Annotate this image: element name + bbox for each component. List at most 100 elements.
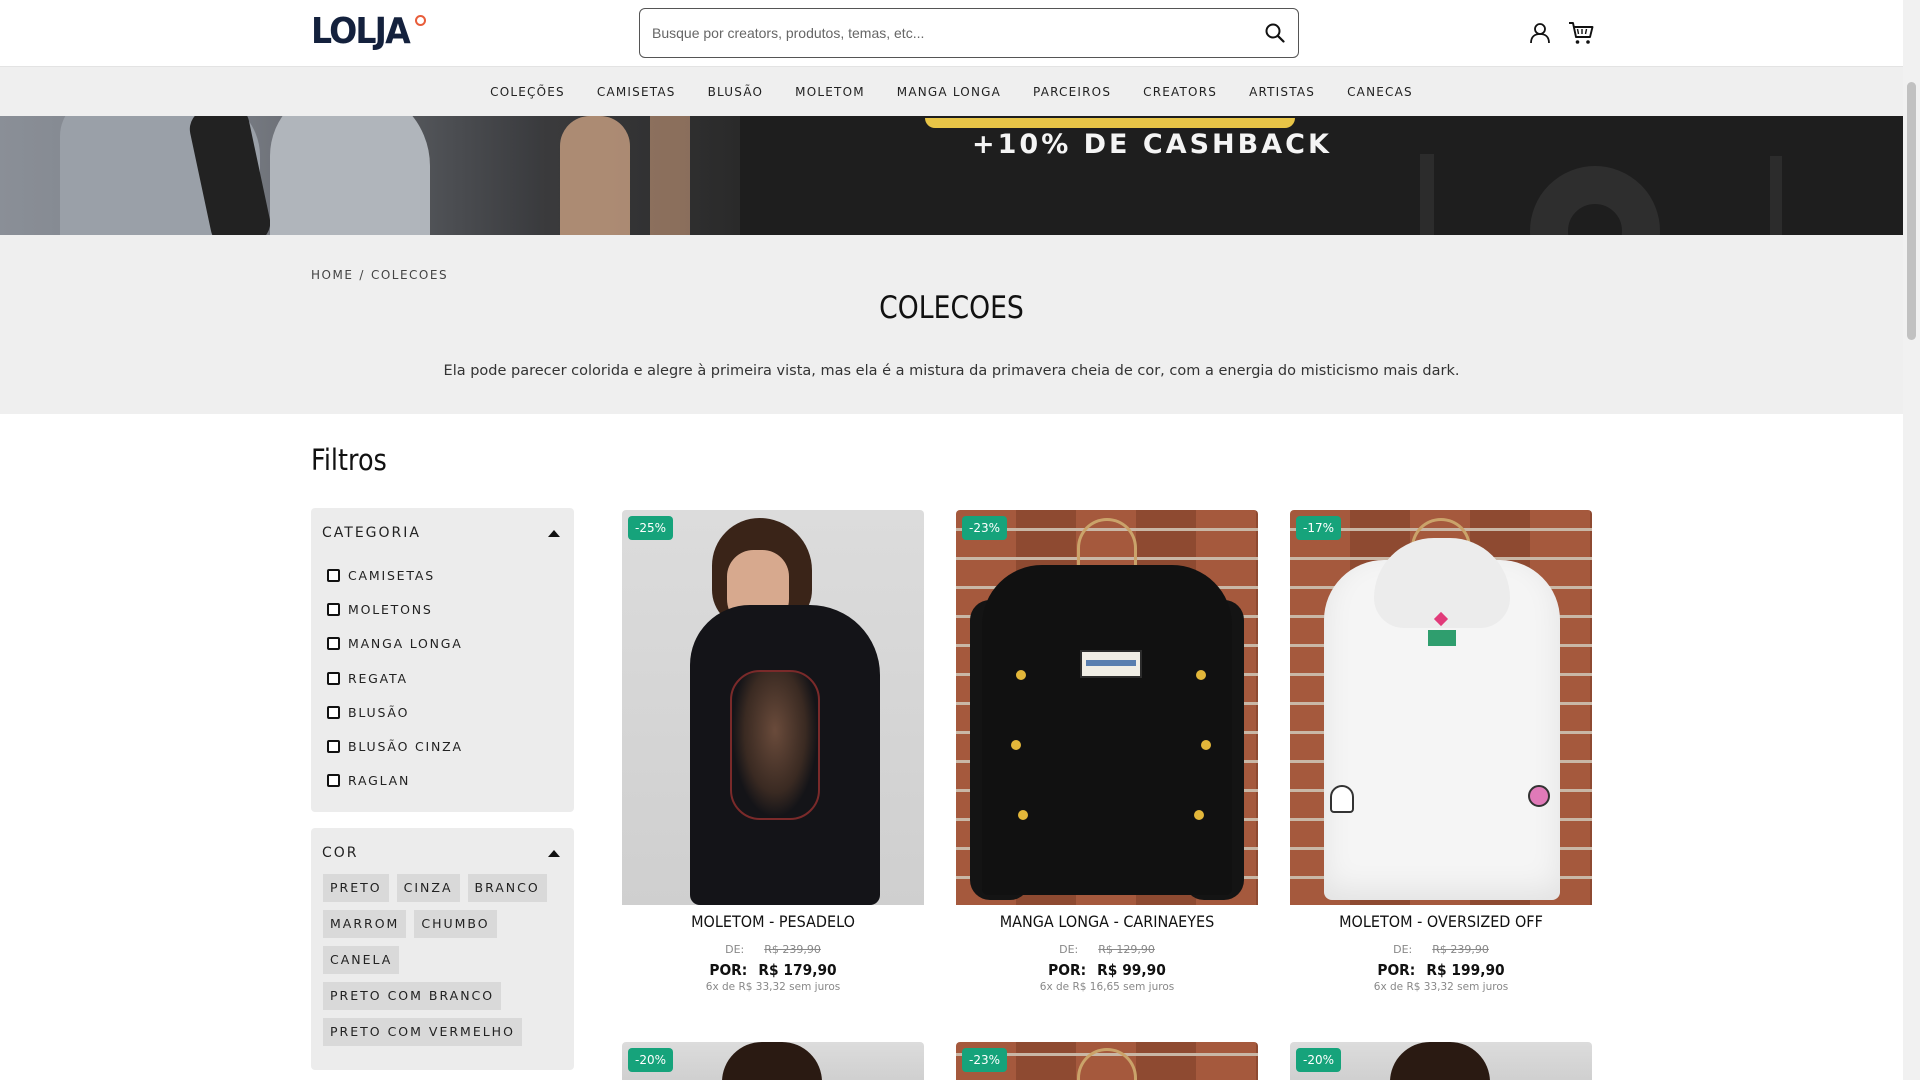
nav-canecas[interactable]: CANECAS xyxy=(1331,85,1429,99)
nav-camisetas[interactable]: CAMISETAS xyxy=(581,85,692,99)
checkbox[interactable] xyxy=(327,568,340,582)
product-image[interactable]: -17% xyxy=(1290,510,1592,905)
color-chip[interactable]: MARROM xyxy=(323,910,407,938)
checkbox[interactable] xyxy=(327,774,340,788)
nav-parceiros[interactable]: PARCEIROS xyxy=(1017,85,1127,99)
color-chip[interactable]: PRETO xyxy=(323,874,389,902)
old-price-row: DE: R$ 239,90 xyxy=(622,943,924,956)
breadcrumb-home[interactable]: HOME xyxy=(311,268,353,282)
filter-cor: COR PRETO CINZA BRANCO MARROM CHUMBO CAN… xyxy=(311,828,574,1070)
de-label: DE: xyxy=(725,943,745,956)
hoodie-print xyxy=(730,670,820,820)
old-price-row: DE: R$ 129,90 xyxy=(956,943,1258,956)
filter-cor-header[interactable]: COR xyxy=(322,841,562,865)
category-option[interactable]: RAGLAN xyxy=(327,764,463,798)
por-label: POR: xyxy=(1377,961,1416,979)
color-chip[interactable]: PRETO COM BRANCO xyxy=(323,982,502,1010)
color-chip[interactable]: BRANCO xyxy=(467,874,547,902)
page: LOLJA COLEÇÕES CAMISETAS BLUSÃO MOLETOM … xyxy=(0,0,1903,1080)
price: R$ 179,90 xyxy=(758,961,837,979)
caret-up-icon xyxy=(548,849,560,857)
sleeve-print xyxy=(1201,740,1211,750)
de-label: DE: xyxy=(1393,943,1413,956)
logo-dot-icon xyxy=(415,15,427,26)
filters-title: Filtros xyxy=(311,443,387,477)
nav-blusao[interactable]: BLUSÃO xyxy=(692,85,780,99)
cart-icon[interactable] xyxy=(1568,21,1594,45)
print-pixel-art xyxy=(1428,630,1456,646)
page-scrollbar[interactable] xyxy=(1903,0,1920,1080)
product-card[interactable]: -17% MOLETOM - OVERSIZED OFF DE: R$ 239,9… xyxy=(1290,510,1592,993)
search-icon xyxy=(1265,23,1285,43)
checkbox[interactable] xyxy=(327,740,340,754)
product-card[interactable]: -20% xyxy=(1290,1042,1592,1080)
color-chip[interactable]: PRETO COM VERMELHO xyxy=(323,1018,522,1046)
category-option-label: BLUSÃO CINZA xyxy=(348,739,463,755)
banner-arm xyxy=(560,116,630,235)
product-card[interactable]: -25% MOLETOM - PESADELO DE: R$ 239,90 POR… xyxy=(622,510,924,993)
category-option[interactable]: CAMISETAS xyxy=(327,558,463,592)
category-option[interactable]: BLUSÃO CINZA xyxy=(327,729,463,763)
category-option[interactable]: BLUSÃO xyxy=(327,695,463,729)
logo-text: LOLJA xyxy=(311,11,411,52)
logo[interactable]: LOLJA xyxy=(311,10,427,54)
discount-badge: -25% xyxy=(628,516,674,540)
caret-up-icon xyxy=(548,529,560,537)
nav-moletom[interactable]: MOLETOM xyxy=(779,85,881,99)
installments: 6x de R$ 33,32 sem juros xyxy=(1373,981,1509,993)
color-chip[interactable]: CHUMBO xyxy=(414,910,497,938)
scrollbar-thumb[interactable] xyxy=(1907,82,1916,340)
product-card[interactable]: -23% MANGA LONGA - CARINAEYES DE: R$ 129,… xyxy=(956,510,1258,993)
price: R$ 199,90 xyxy=(1426,961,1505,979)
color-chip[interactable]: CANELA xyxy=(323,946,400,974)
installments: 6x de R$ 33,32 sem juros xyxy=(705,981,841,993)
shirt-black xyxy=(982,565,1232,895)
banner-person xyxy=(270,116,430,235)
category-option[interactable]: MANGA LONGA xyxy=(327,627,463,661)
nav-manga-longa[interactable]: MANGA LONGA xyxy=(881,85,1017,99)
por-label: POR: xyxy=(709,961,748,979)
color-chip[interactable]: CINZA xyxy=(396,874,460,902)
discount-badge: -23% xyxy=(962,1048,1008,1072)
checkbox[interactable] xyxy=(327,705,340,719)
banner-arm xyxy=(650,116,690,235)
checkbox[interactable] xyxy=(327,637,340,651)
category-option-label: CAMISETAS xyxy=(348,567,435,583)
product-card[interactable]: -20% xyxy=(622,1042,924,1080)
print-flower xyxy=(1528,785,1550,807)
sleeve-print xyxy=(1016,670,1026,680)
product-image[interactable]: -23% xyxy=(956,510,1258,905)
category-option-label: MOLETONS xyxy=(348,601,433,617)
por-label: POR: xyxy=(1048,961,1087,979)
breadcrumb-current: COLECOES xyxy=(370,268,449,282)
nav-colecoes[interactable]: COLEÇÕES xyxy=(474,85,581,99)
category-option-label: REGATA xyxy=(348,670,408,686)
filter-categoria: CATEGORIA CAMISETAS MOLETONS MANGA LONGA… xyxy=(311,508,574,812)
checkbox[interactable] xyxy=(327,602,340,616)
category-option[interactable]: MOLETONS xyxy=(327,592,463,626)
product-image[interactable]: -25% xyxy=(622,510,924,905)
page-title: COLECOES xyxy=(879,290,1024,326)
filter-categoria-label: CATEGORIA xyxy=(322,525,421,541)
promo-banner[interactable]: +10% DE CASHBACK xyxy=(0,116,1903,235)
category-option[interactable]: REGATA xyxy=(327,661,463,695)
discount-badge: -20% xyxy=(628,1048,674,1072)
old-price: R$ 239,90 xyxy=(1432,943,1489,956)
checkbox[interactable] xyxy=(327,671,340,685)
discount-badge: -17% xyxy=(1296,516,1342,540)
product-name[interactable]: MOLETOM - OVERSIZED OFF xyxy=(1305,912,1577,931)
search-input[interactable] xyxy=(640,9,1252,57)
search-button[interactable] xyxy=(1252,10,1298,56)
category-option-label: MANGA LONGA xyxy=(348,636,463,652)
product-card[interactable]: -23% xyxy=(956,1042,1258,1080)
hanger xyxy=(1077,518,1137,568)
old-price-row: DE: R$ 239,90 xyxy=(1290,943,1592,956)
filter-categoria-header[interactable]: CATEGORIA xyxy=(322,521,562,545)
product-name[interactable]: MOLETOM - PESADELO xyxy=(637,912,909,931)
nav-creators[interactable]: CREATORS xyxy=(1127,85,1233,99)
banner-cashback-text: +10% DE CASHBACK xyxy=(972,129,1332,160)
nav-artistas[interactable]: ARTISTAS xyxy=(1233,85,1331,99)
page-description: Ela pode parecer colorida e alegre à pri… xyxy=(443,363,1460,379)
product-name[interactable]: MANGA LONGA - CARINAEYES xyxy=(971,912,1243,931)
user-icon[interactable] xyxy=(1528,21,1552,45)
